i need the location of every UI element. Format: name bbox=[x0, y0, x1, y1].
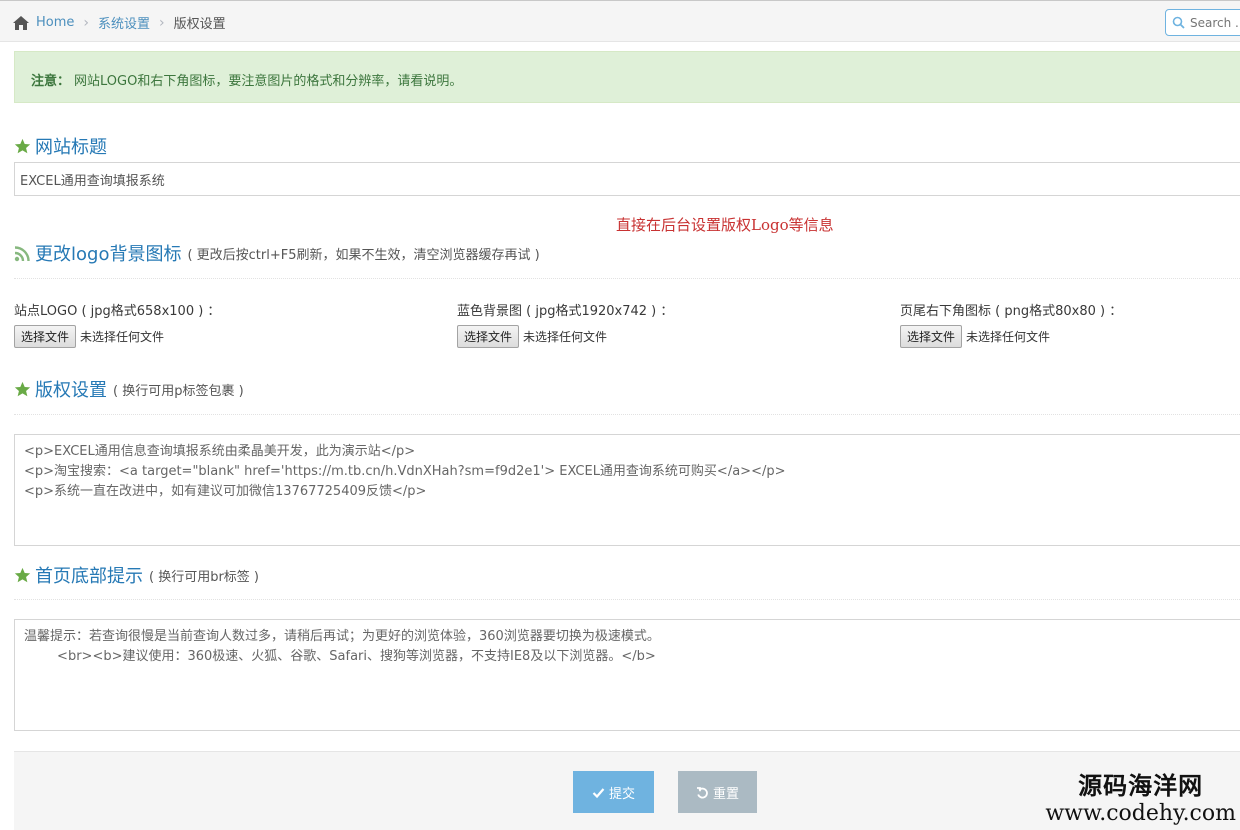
submit-label: 提交 bbox=[608, 786, 635, 802]
search-input[interactable] bbox=[1190, 15, 1240, 30]
breadcrumb-separator: › bbox=[159, 14, 165, 31]
undo-icon bbox=[696, 786, 708, 798]
reset-label: 重置 bbox=[712, 786, 739, 802]
choose-file-button[interactable]: 选择文件 bbox=[457, 325, 520, 348]
check-icon bbox=[592, 787, 605, 798]
watermark-name: 源码海洋网 bbox=[1078, 772, 1204, 800]
footer-tip-hint: ( 换行可用br标签 ) bbox=[149, 569, 260, 585]
submit-button[interactable]: 提交 bbox=[573, 771, 654, 813]
divider bbox=[14, 599, 1240, 600]
choose-file-button[interactable]: 选择文件 bbox=[900, 325, 963, 348]
choose-file-button[interactable]: 选择文件 bbox=[14, 325, 77, 348]
file-status: 未选择任何文件 bbox=[966, 330, 1051, 344]
setting-note: 直接在后台设置版权Logo等信息 bbox=[616, 216, 834, 234]
home-icon bbox=[13, 15, 29, 30]
breadcrumb-current: 版权设置 bbox=[173, 17, 226, 32]
star-icon bbox=[14, 381, 31, 396]
notice-alert: 注意： 网站LOGO和右下角图标，要注意图片的格式和分辨率，请看说明。 bbox=[14, 51, 1240, 103]
footer-tip-textarea[interactable]: 温馨提示：若查询很慢是当前查询人数过多，请稍后再试；为更好的浏览体验，360浏览… bbox=[14, 619, 1240, 731]
rss-icon bbox=[14, 245, 30, 261]
reset-button[interactable]: 重置 bbox=[678, 771, 757, 813]
upload-label: 页尾右下角图标 ( png格式80x80 ) ： bbox=[900, 304, 1123, 319]
upload-label: 蓝色背景图 ( jpg格式1920x742 ) ： bbox=[457, 304, 674, 319]
notice-label: 注意： bbox=[31, 74, 71, 89]
footer-tip-section-header: 首页底部提示 ( 换行可用br标签 ) bbox=[14, 562, 259, 588]
copyright-heading: 版权设置 bbox=[35, 380, 107, 401]
search-box[interactable] bbox=[1165, 9, 1240, 36]
search-icon bbox=[1172, 16, 1185, 29]
breadcrumb-separator: › bbox=[83, 14, 89, 31]
star-icon bbox=[14, 138, 31, 153]
divider bbox=[14, 414, 1240, 415]
breadcrumb-home-link[interactable]: Home bbox=[36, 15, 74, 30]
upload-footer-icon: 页尾右下角图标 ( png格式80x80 ) ： 选择文件 未选择任何文件 bbox=[900, 300, 1122, 348]
site-title-input[interactable]: EXCEL通用查询填报系统 bbox=[14, 162, 1240, 196]
watermark-url: www.codehy.com bbox=[1045, 801, 1236, 826]
site-title-header: 网站标题 bbox=[14, 133, 107, 159]
copyright-section-header: 版权设置 ( 换行可用p标签包裹 ) bbox=[14, 376, 244, 402]
breadcrumb-system-settings-link[interactable]: 系统设置 bbox=[98, 13, 150, 32]
copyright-textarea[interactable]: <p>EXCEL通用信息查询填报系统由柔晶美开发，此为演示站</p> <p>淘宝… bbox=[14, 434, 1240, 546]
divider bbox=[14, 278, 1240, 279]
upload-site-logo: 站点LOGO ( jpg格式658x100 ) ： 选择文件 未选择任何文件 bbox=[14, 300, 220, 348]
logo-section-hint: ( 更改后按ctrl+F5刷新，如果不生效，清空浏览器缓存再试 ) bbox=[187, 247, 540, 263]
notice-text: 网站LOGO和右下角图标，要注意图片的格式和分辨率，请看说明。 bbox=[74, 74, 463, 89]
logo-section-header: 更改logo背景图标 ( 更改后按ctrl+F5刷新，如果不生效，清空浏览器缓存… bbox=[14, 240, 540, 266]
copyright-hint: ( 换行可用p标签包裹 ) bbox=[113, 383, 244, 399]
breadcrumb: Home › 系统设置 › 版权设置 bbox=[12, 13, 226, 32]
footer-tip-heading: 首页底部提示 bbox=[35, 566, 143, 587]
site-watermark: 源码海洋网 www.codehy.com bbox=[1045, 766, 1236, 826]
logo-section-heading: 更改logo背景图标 bbox=[35, 244, 182, 265]
upload-label: 站点LOGO ( jpg格式658x100 ) ： bbox=[14, 304, 221, 319]
site-title-heading: 网站标题 bbox=[35, 137, 107, 158]
file-status: 未选择任何文件 bbox=[80, 330, 165, 344]
file-status: 未选择任何文件 bbox=[523, 330, 608, 344]
breadcrumb-bar: Home › 系统设置 › 版权设置 bbox=[0, 0, 1240, 42]
upload-background-image: 蓝色背景图 ( jpg格式1920x742 ) ： 选择文件 未选择任何文件 bbox=[457, 300, 673, 348]
star-icon bbox=[14, 567, 31, 582]
